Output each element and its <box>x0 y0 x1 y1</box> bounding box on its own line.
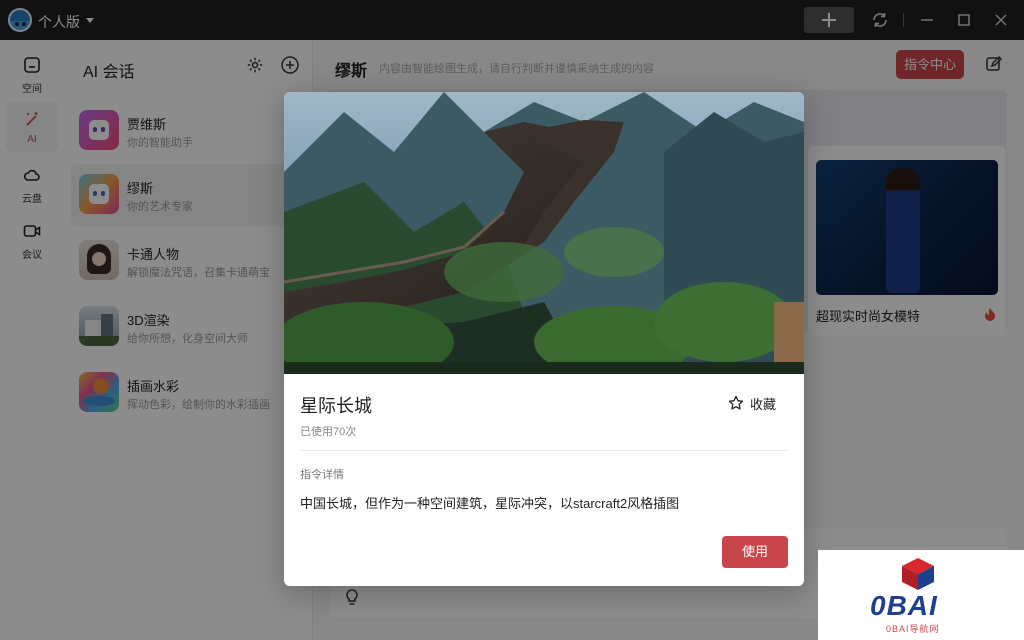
use-button[interactable]: 使用 <box>722 536 788 568</box>
detail-label: 指令详情 <box>300 469 344 481</box>
command-preview-image <box>284 92 804 374</box>
usage-count: 已使用70次 <box>300 426 357 438</box>
star-icon <box>728 395 744 410</box>
favorite-label: 收藏 <box>750 396 777 412</box>
command-title: 星际长城 <box>300 396 372 416</box>
watermark-subtext: 0BAI导航网 <box>886 624 940 634</box>
divider <box>300 450 788 451</box>
command-detail-dialog: 星际长城 已使用70次 收藏 指令详情 中国长城，但作为一种空间建筑，星际冲突，… <box>284 92 804 586</box>
command-detail-text: 中国长城，但作为一种空间建筑，星际冲突，以starcraft2风格插图 <box>300 496 680 511</box>
cube-logo-icon <box>902 558 934 590</box>
watermark-logo: 0BAI 0BAI导航网 <box>818 550 1024 640</box>
watermark-text: 0BAI <box>870 590 938 621</box>
favorite-button[interactable]: 收藏 <box>728 393 776 413</box>
